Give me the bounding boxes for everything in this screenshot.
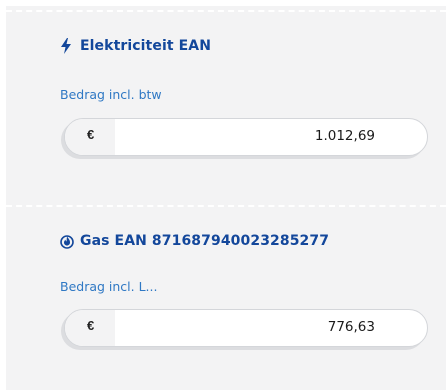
euro-sign: €: [87, 318, 95, 333]
electricity-title-text: Elektriciteit EAN: [80, 38, 212, 54]
lightning-bolt-icon: [60, 38, 74, 54]
energy-amounts-panel: Elektriciteit EAN Bedrag incl. btw € Gas…: [6, 6, 446, 390]
flame-icon: [60, 233, 74, 249]
euro-sign: €: [87, 127, 95, 142]
currency-prefix: €: [65, 119, 115, 155]
currency-prefix: €: [65, 310, 115, 346]
gas-section-title: Gas EAN 871687940023285277: [60, 233, 329, 249]
gas-amount-input[interactable]: [175, 319, 375, 335]
electricity-amount-input[interactable]: [175, 128, 375, 144]
electricity-section-title: Elektriciteit EAN: [60, 38, 211, 54]
section-divider: [6, 205, 446, 207]
gas-amount-label: Bedrag incl. L...: [60, 279, 158, 294]
electricity-amount-label: Bedrag incl. btw: [60, 87, 162, 102]
gas-title-text: Gas EAN 871687940023285277: [80, 233, 330, 249]
electricity-amount-field[interactable]: €: [64, 118, 428, 156]
gas-amount-field[interactable]: €: [64, 309, 428, 347]
section-divider: [6, 10, 446, 12]
